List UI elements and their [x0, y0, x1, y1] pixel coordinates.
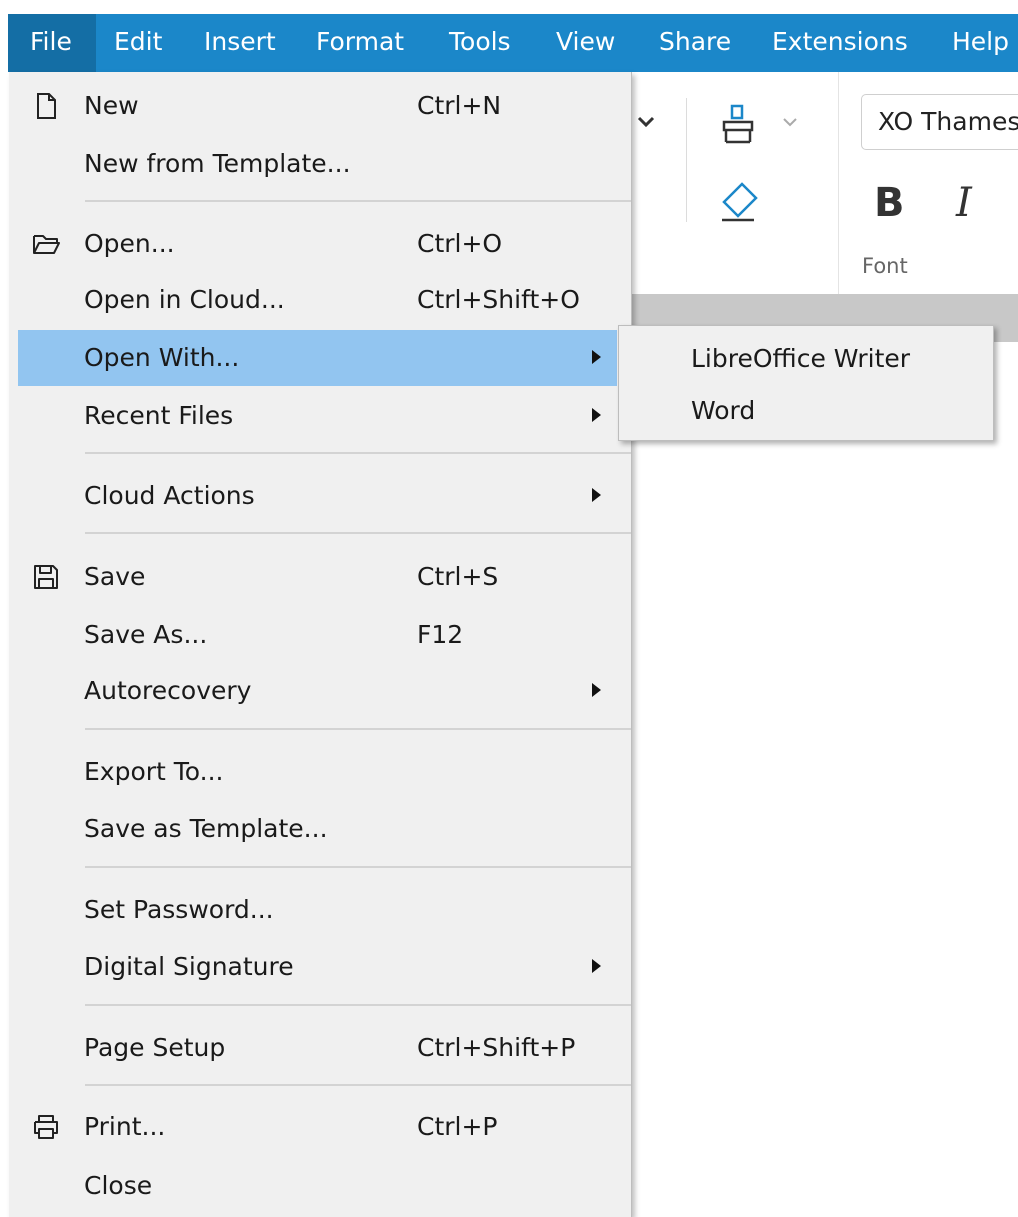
menu-item-cloud-actions[interactable]: Cloud Actions [18, 468, 617, 524]
chevron-down-icon[interactable] [780, 112, 800, 132]
folder-open-icon [31, 229, 61, 259]
menu-insert[interactable]: Insert [204, 14, 276, 72]
format-painter-icon[interactable] [718, 102, 758, 146]
menu-separator [85, 200, 631, 202]
menu-item-shortcut: F12 [417, 620, 464, 649]
font-name-input[interactable]: XO Thames [861, 94, 1018, 150]
menu-item-shortcut: Ctrl+N [417, 91, 502, 120]
menu-item-label: Save as Template... [84, 814, 328, 843]
menu-item-label: Set Password... [84, 895, 274, 924]
menu-item-close[interactable]: Close [18, 1158, 617, 1214]
menu-item-label: Cloud Actions [84, 481, 255, 510]
menu-item-autorecovery[interactable]: Autorecovery [18, 663, 617, 719]
menu-item-label: Close [84, 1171, 153, 1200]
menu-share[interactable]: Share [659, 14, 731, 72]
submenu-arrow-icon [592, 350, 601, 364]
menu-item-shortcut: Ctrl+S [417, 562, 499, 591]
menu-format[interactable]: Format [316, 14, 404, 72]
menu-item-new-from-template[interactable]: New from Template... [18, 136, 617, 192]
menu-separator [85, 532, 631, 534]
submenu-arrow-icon [592, 408, 601, 422]
menu-item-label: Print... [84, 1112, 166, 1141]
open-with-submenu: LibreOffice Writer Word [618, 325, 994, 441]
menu-item-label: Save As... [84, 620, 208, 649]
menu-item-open[interactable]: Open... Ctrl+O [18, 216, 617, 272]
chevron-down-icon[interactable] [634, 112, 658, 132]
italic-button[interactable]: I [956, 178, 972, 228]
submenu-item-label: LibreOffice Writer [691, 344, 911, 373]
floppy-disk-icon [31, 562, 61, 592]
menu-edit[interactable]: Edit [114, 14, 162, 72]
menu-item-shortcut: Ctrl+Shift+O [417, 285, 580, 314]
menu-item-label: Recent Files [84, 401, 234, 430]
menu-item-shortcut: Ctrl+Shift+P [417, 1033, 576, 1062]
menu-view[interactable]: View [556, 14, 615, 72]
app-window: XO Thames B I Font File Edit Insert Form… [0, 0, 1018, 1217]
toolbar-separator [686, 98, 687, 222]
menu-item-label: Open... [84, 229, 175, 258]
menu-item-digital-signature[interactable]: Digital Signature [18, 939, 617, 995]
menu-separator [85, 728, 631, 730]
submenu-arrow-icon [592, 959, 601, 973]
bold-button[interactable]: B [874, 178, 905, 228]
menu-item-shortcut: Ctrl+P [417, 1112, 498, 1141]
menu-item-save-as-template[interactable]: Save as Template... [18, 801, 617, 857]
submenu-item-label: Word [691, 396, 756, 425]
submenu-arrow-icon [592, 683, 601, 697]
menu-item-label: Page Setup [84, 1033, 226, 1062]
menu-separator [85, 452, 631, 454]
menu-item-label: New [84, 91, 139, 120]
printer-icon [31, 1112, 61, 1142]
menu-item-label: Export To... [84, 757, 224, 786]
menu-item-shortcut: Ctrl+O [417, 229, 503, 258]
menu-item-label: Autorecovery [84, 676, 252, 705]
menu-item-new[interactable]: New Ctrl+N [18, 78, 617, 134]
menu-help[interactable]: Help [952, 14, 1009, 72]
menu-extensions[interactable]: Extensions [772, 14, 908, 72]
new-document-icon [31, 91, 61, 121]
submenu-arrow-icon [592, 488, 601, 502]
ribbon-divider [838, 72, 839, 294]
menu-tools[interactable]: Tools [449, 14, 511, 72]
menu-item-print[interactable]: Print... Ctrl+P [18, 1099, 617, 1155]
menu-item-save-as[interactable]: Save As... F12 [18, 607, 617, 663]
menu-item-save[interactable]: Save Ctrl+S [18, 549, 617, 605]
menu-item-label: Save [84, 562, 146, 591]
menu-item-label: New from Template... [84, 149, 351, 178]
menu-item-label: Open With... [84, 343, 240, 372]
menu-bar: File Edit Insert Format Tools View Share… [8, 14, 1018, 72]
menu-item-open-with[interactable]: Open With... [18, 330, 617, 386]
menu-item-recent-files[interactable]: Recent Files [18, 388, 617, 444]
submenu-item-word[interactable]: Word [619, 386, 993, 436]
submenu-item-libreoffice-writer[interactable]: LibreOffice Writer [619, 334, 993, 384]
menu-item-open-in-cloud[interactable]: Open in Cloud... Ctrl+Shift+O [18, 272, 617, 328]
menu-item-export-to[interactable]: Export To... [18, 744, 617, 800]
menu-item-label: Digital Signature [84, 952, 294, 981]
menu-item-label: Open in Cloud... [84, 285, 285, 314]
menu-separator [85, 866, 631, 868]
eraser-icon[interactable] [716, 180, 760, 224]
menu-separator [85, 1084, 631, 1086]
menu-separator [85, 1004, 631, 1006]
file-menu-dropdown: New Ctrl+N New from Template... Open... … [9, 72, 632, 1217]
menu-item-set-password[interactable]: Set Password... [18, 882, 617, 938]
menu-item-page-setup[interactable]: Page Setup Ctrl+Shift+P [18, 1020, 617, 1076]
font-group-label: Font [862, 254, 908, 278]
menu-file[interactable]: File [8, 14, 96, 72]
